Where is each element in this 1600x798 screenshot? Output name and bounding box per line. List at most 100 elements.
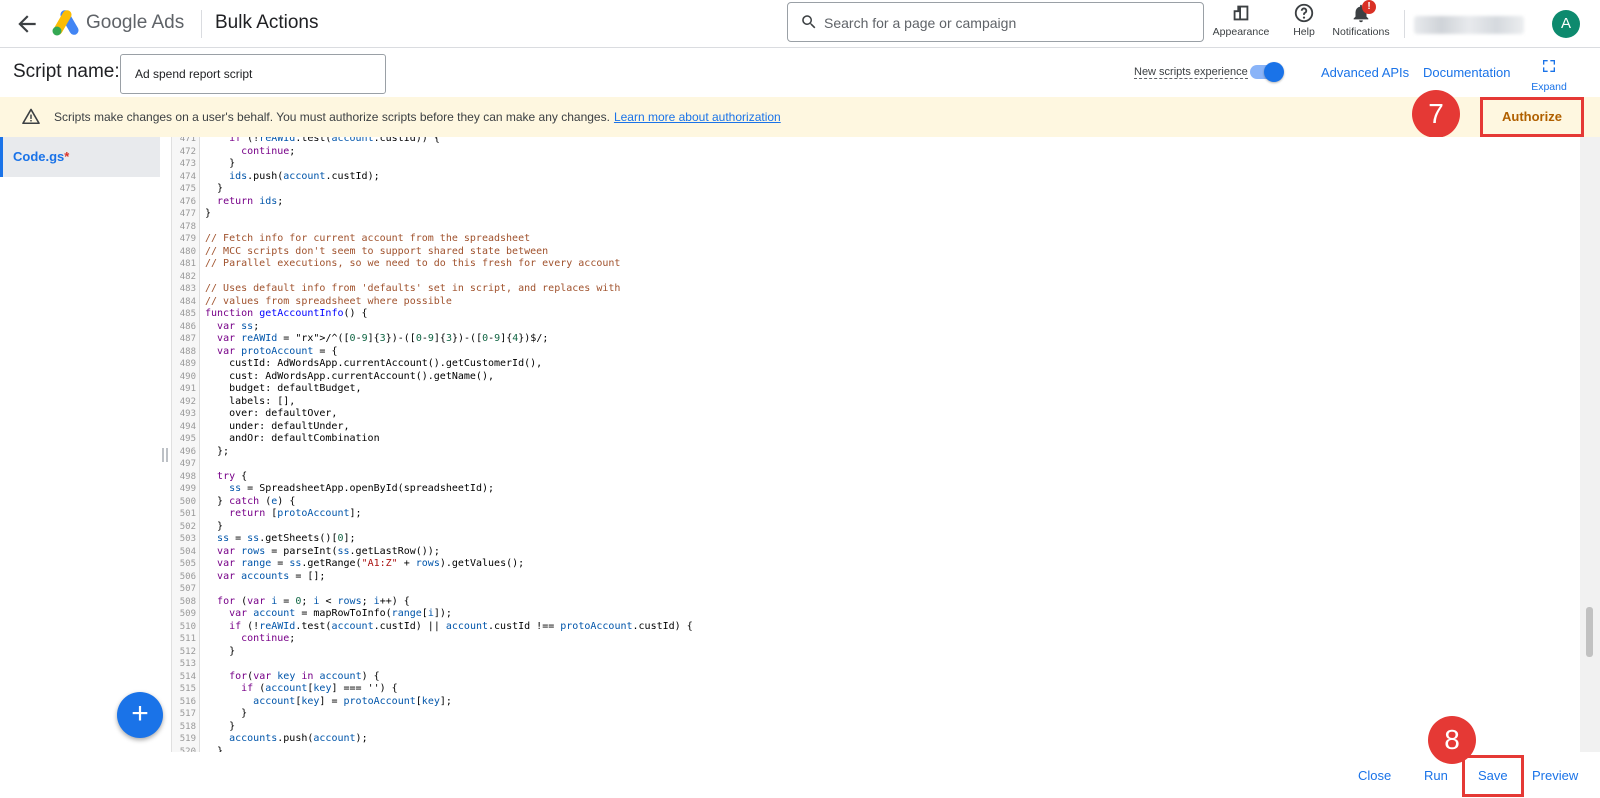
code-line[interactable]: andOr: defaultCombination	[205, 433, 693, 446]
appearance-icon	[1233, 5, 1249, 21]
code-line[interactable]: ids.push(account.custId);	[205, 171, 693, 184]
code-line[interactable]: if (!reAWId.test(account.custId) || acco…	[205, 621, 693, 634]
notifications-label: Notifications	[1332, 26, 1390, 38]
code-line[interactable]: // values from spreadsheet where possibl…	[205, 296, 693, 309]
run-button[interactable]: Run	[1424, 768, 1448, 783]
code-line[interactable]: ss = ss.getSheets()[0];	[205, 533, 693, 546]
banner-message: Scripts make changes on a user's behalf.…	[54, 110, 781, 124]
code-line[interactable]: }	[205, 158, 693, 171]
expand-button[interactable]: Expand	[1525, 58, 1573, 93]
code-line[interactable]: continue;	[205, 146, 693, 159]
code-line[interactable]: if (account[key] === '') {	[205, 683, 693, 696]
code-line[interactable]: // MCC scripts don't seem to support sha…	[205, 246, 693, 259]
add-file-button[interactable]: +	[117, 692, 163, 738]
top-bar: Google Ads Bulk Actions Appearance Help …	[0, 0, 1600, 48]
documentation-link[interactable]: Documentation	[1423, 65, 1510, 80]
line-number: 497	[179, 459, 196, 469]
code-line[interactable]: if (!reAWId.test(account.custId)) {	[205, 137, 693, 146]
notifications-button[interactable]: ! Notifications	[1330, 0, 1392, 42]
code-area[interactable]: if (!reAWId.test(account.custId)) { cont…	[205, 137, 693, 752]
pane-resize-handle[interactable]	[162, 448, 168, 462]
code-line[interactable]: var ss;	[205, 321, 693, 334]
appearance-button[interactable]: Appearance	[1210, 2, 1272, 42]
line-number: 505	[179, 559, 196, 569]
line-number: 518	[179, 721, 196, 732]
line-number: 478	[179, 221, 196, 232]
code-line[interactable]: function getAccountInfo() {	[205, 308, 693, 321]
line-number: 504	[179, 546, 196, 557]
code-line[interactable]: accounts.push(account);	[205, 733, 693, 746]
code-line[interactable]	[205, 221, 693, 234]
code-line[interactable]: budget: defaultBudget,	[205, 383, 693, 396]
code-line[interactable]: for (var i = 0; i < rows; i++) {	[205, 596, 693, 609]
code-line[interactable]: }	[205, 721, 693, 734]
code-line[interactable]: var rows = parseInt(ss.getLastRow());	[205, 546, 693, 559]
authorization-banner: Scripts make changes on a user's behalf.…	[0, 97, 1600, 137]
step-8-marker: 8	[1428, 716, 1476, 764]
search-input[interactable]	[824, 12, 1184, 34]
expand-icon	[1543, 60, 1555, 72]
line-number: 475	[179, 184, 196, 194]
file-name: Code.gs	[13, 149, 65, 164]
code-editor[interactable]: 471 472 473 474 475 476 477 478 479 480 481 482 483 4…	[171, 137, 1581, 752]
code-line[interactable]: continue;	[205, 633, 693, 646]
code-line[interactable]: } catch (e) {	[205, 496, 693, 509]
editor-scrollbar[interactable]	[1580, 137, 1600, 752]
code-line[interactable]: // Parallel executions, so we need to do…	[205, 258, 693, 271]
code-line[interactable]: var range = ss.getRange("A1:Z" + rows).g…	[205, 558, 693, 571]
preview-button[interactable]: Preview	[1532, 768, 1578, 783]
code-line[interactable]: return [protoAccount];	[205, 508, 693, 521]
code-line[interactable]: // Fetch info for current account from t…	[205, 233, 693, 246]
code-line[interactable]: }	[205, 521, 693, 534]
code-line[interactable]: var accounts = [];	[205, 571, 693, 584]
authorize-button[interactable]: Authorize	[1480, 97, 1584, 137]
search-box[interactable]	[787, 2, 1204, 42]
advanced-apis-link[interactable]: Advanced APIs	[1321, 65, 1409, 80]
code-line[interactable]: };	[205, 446, 693, 459]
code-line[interactable]: // Uses default info from 'defaults' set…	[205, 283, 693, 296]
avatar[interactable]: A	[1552, 10, 1580, 38]
code-line[interactable]: try {	[205, 471, 693, 484]
file-item-code-gs[interactable]: Code.gs*	[0, 137, 160, 177]
code-line[interactable]: account[key] = protoAccount[key];	[205, 696, 693, 709]
code-line[interactable]: return ids;	[205, 196, 693, 209]
account-email-blurred[interactable]	[1414, 16, 1524, 34]
code-line[interactable]: under: defaultUnder,	[205, 421, 693, 434]
line-number: 517	[179, 709, 196, 719]
line-number: 516	[179, 696, 196, 707]
back-arrow-icon[interactable]	[14, 11, 40, 37]
code-line[interactable]: cust: AdWordsApp.currentAccount().getNam…	[205, 371, 693, 384]
line-number: 472	[179, 146, 196, 157]
code-line[interactable]: }	[205, 183, 693, 196]
code-line[interactable]: var protoAccount = {	[205, 346, 693, 359]
help-button[interactable]: Help	[1284, 2, 1324, 42]
code-line[interactable]: }	[205, 646, 693, 659]
save-button[interactable]: Save	[1478, 768, 1508, 783]
new-scripts-experience-toggle[interactable]	[1250, 62, 1284, 82]
code-line[interactable]	[205, 458, 693, 471]
code-line[interactable]: }	[205, 208, 693, 221]
code-line[interactable]: custId: AdWordsApp.currentAccount().getC…	[205, 358, 693, 371]
line-number: 480	[179, 246, 196, 257]
expand-label: Expand	[1531, 81, 1567, 93]
code-line[interactable]	[205, 658, 693, 671]
line-number: 519	[179, 734, 196, 744]
code-line[interactable]: var account = mapRowToInfo(range[i]);	[205, 608, 693, 621]
line-number: 515	[179, 684, 196, 694]
line-number: 502	[179, 521, 196, 532]
code-line[interactable]: labels: [],	[205, 396, 693, 409]
line-number: 513	[179, 659, 196, 669]
scrollbar-thumb[interactable]	[1586, 607, 1593, 657]
code-line[interactable]	[205, 583, 693, 596]
code-line[interactable]: over: defaultOver,	[205, 408, 693, 421]
close-button[interactable]: Close	[1358, 768, 1391, 783]
new-scripts-experience-label: New scripts experience	[1134, 66, 1248, 79]
code-line[interactable]: ss = SpreadsheetApp.openById(spreadsheet…	[205, 483, 693, 496]
script-name-input[interactable]	[120, 54, 386, 94]
code-line[interactable]: for(var key in account) {	[205, 671, 693, 684]
code-line[interactable]: }	[205, 708, 693, 721]
learn-more-authorization-link[interactable]: Learn more about authorization	[614, 110, 781, 124]
code-line[interactable]: var reAWId = "rx">/^([0-9]{3})-([0-9]{3}…	[205, 333, 693, 346]
code-line[interactable]	[205, 271, 693, 284]
line-number: 496	[179, 446, 196, 457]
